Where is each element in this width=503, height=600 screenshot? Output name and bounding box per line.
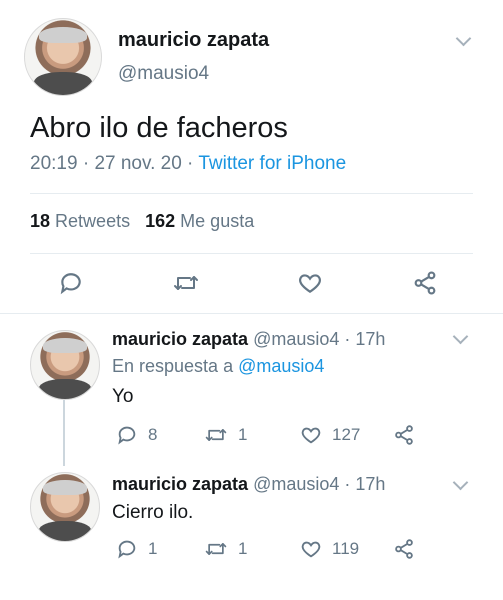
display-name[interactable]: mauricio zapata (118, 29, 269, 52)
retweets-count: 18 (30, 211, 51, 231)
display-name[interactable]: mauricio zapata (112, 474, 248, 494)
separator-dot: · (339, 474, 356, 494)
separator-dot: · (187, 153, 194, 174)
reply-header: mauricio zapata @mausio4 · 17h (112, 474, 385, 495)
likes-label: Me gusta (180, 211, 255, 231)
display-name[interactable]: mauricio zapata (112, 329, 248, 349)
divider (30, 193, 473, 194)
retweet-count: 1 (238, 539, 248, 558)
retweet-icon (174, 276, 198, 290)
reply-to-link[interactable]: @mausio4 (238, 356, 324, 376)
tweet-meta: 20:19 · 27 nov. 20 · Twitter for iPhone (30, 153, 346, 175)
reply-prefix: En respuesta a (112, 356, 234, 376)
reply-icon (60, 273, 81, 295)
reply-button[interactable] (58, 270, 84, 296)
retweet-button[interactable]: 1 (204, 424, 247, 446)
chevron-down-icon[interactable] (455, 30, 472, 47)
share-button[interactable] (393, 538, 415, 560)
handle[interactable]: @mausio4 (253, 474, 339, 494)
separator-dot: · (339, 329, 356, 349)
share-icon (395, 539, 413, 559)
like-icon (299, 274, 321, 293)
like-button[interactable] (297, 270, 323, 296)
thread-line (63, 400, 65, 466)
share-icon (395, 425, 413, 445)
engagement-stats: 18 Retweets 162 Me gusta (30, 211, 254, 232)
chevron-down-icon[interactable] (452, 474, 469, 491)
handle[interactable]: @mausio4 (118, 63, 209, 85)
share-button[interactable] (393, 424, 415, 446)
likes-count: 162 (145, 211, 176, 231)
separator-dot: · (82, 153, 90, 174)
retweet-icon (205, 429, 227, 441)
share-icon (414, 271, 436, 295)
retweets-stat[interactable]: 18 Retweets (30, 211, 130, 231)
likes-stat[interactable]: 162 Me gusta (145, 211, 254, 231)
reply-button[interactable]: 1 (116, 538, 157, 560)
retweets-label: Retweets (55, 211, 131, 231)
like-count: 127 (332, 425, 361, 444)
like-count: 119 (332, 539, 360, 558)
tweet-date: 27 nov. 20 (94, 153, 182, 174)
tweet-time: 20:19 (30, 153, 78, 174)
divider (0, 313, 503, 314)
reply-icon (118, 540, 136, 559)
avatar[interactable] (24, 18, 102, 96)
retweet-icon (205, 542, 227, 555)
like-icon (301, 541, 321, 558)
tweet-text: Cierro ilo. (112, 502, 194, 523)
share-button[interactable] (412, 270, 438, 296)
tweet-source-link[interactable]: Twitter for iPhone (198, 153, 346, 174)
tweet-text: Yo (112, 386, 134, 407)
retweet-button[interactable]: 1 (204, 538, 247, 560)
reply-count: 1 (148, 539, 158, 558)
handle[interactable]: @mausio4 (253, 329, 339, 349)
timestamp[interactable]: 17h (355, 474, 385, 494)
retweet-button[interactable] (172, 270, 200, 296)
like-icon (301, 427, 321, 444)
reply-count: 8 (148, 425, 158, 444)
reply-icon (118, 426, 136, 445)
tweet-text: Abro ilo de facheros (30, 112, 288, 144)
like-button[interactable]: 119 (300, 538, 359, 560)
chevron-down-icon[interactable] (452, 328, 469, 345)
reply-context: En respuesta a @mausio4 (112, 356, 324, 377)
retweet-count: 1 (238, 425, 248, 444)
timestamp[interactable]: 17h (355, 329, 385, 349)
reply-button[interactable]: 8 (116, 424, 157, 446)
avatar[interactable] (30, 330, 100, 400)
like-button[interactable]: 127 (300, 424, 360, 446)
divider (30, 253, 473, 254)
avatar[interactable] (30, 472, 100, 542)
reply-header: mauricio zapata @mausio4 · 17h (112, 329, 385, 350)
